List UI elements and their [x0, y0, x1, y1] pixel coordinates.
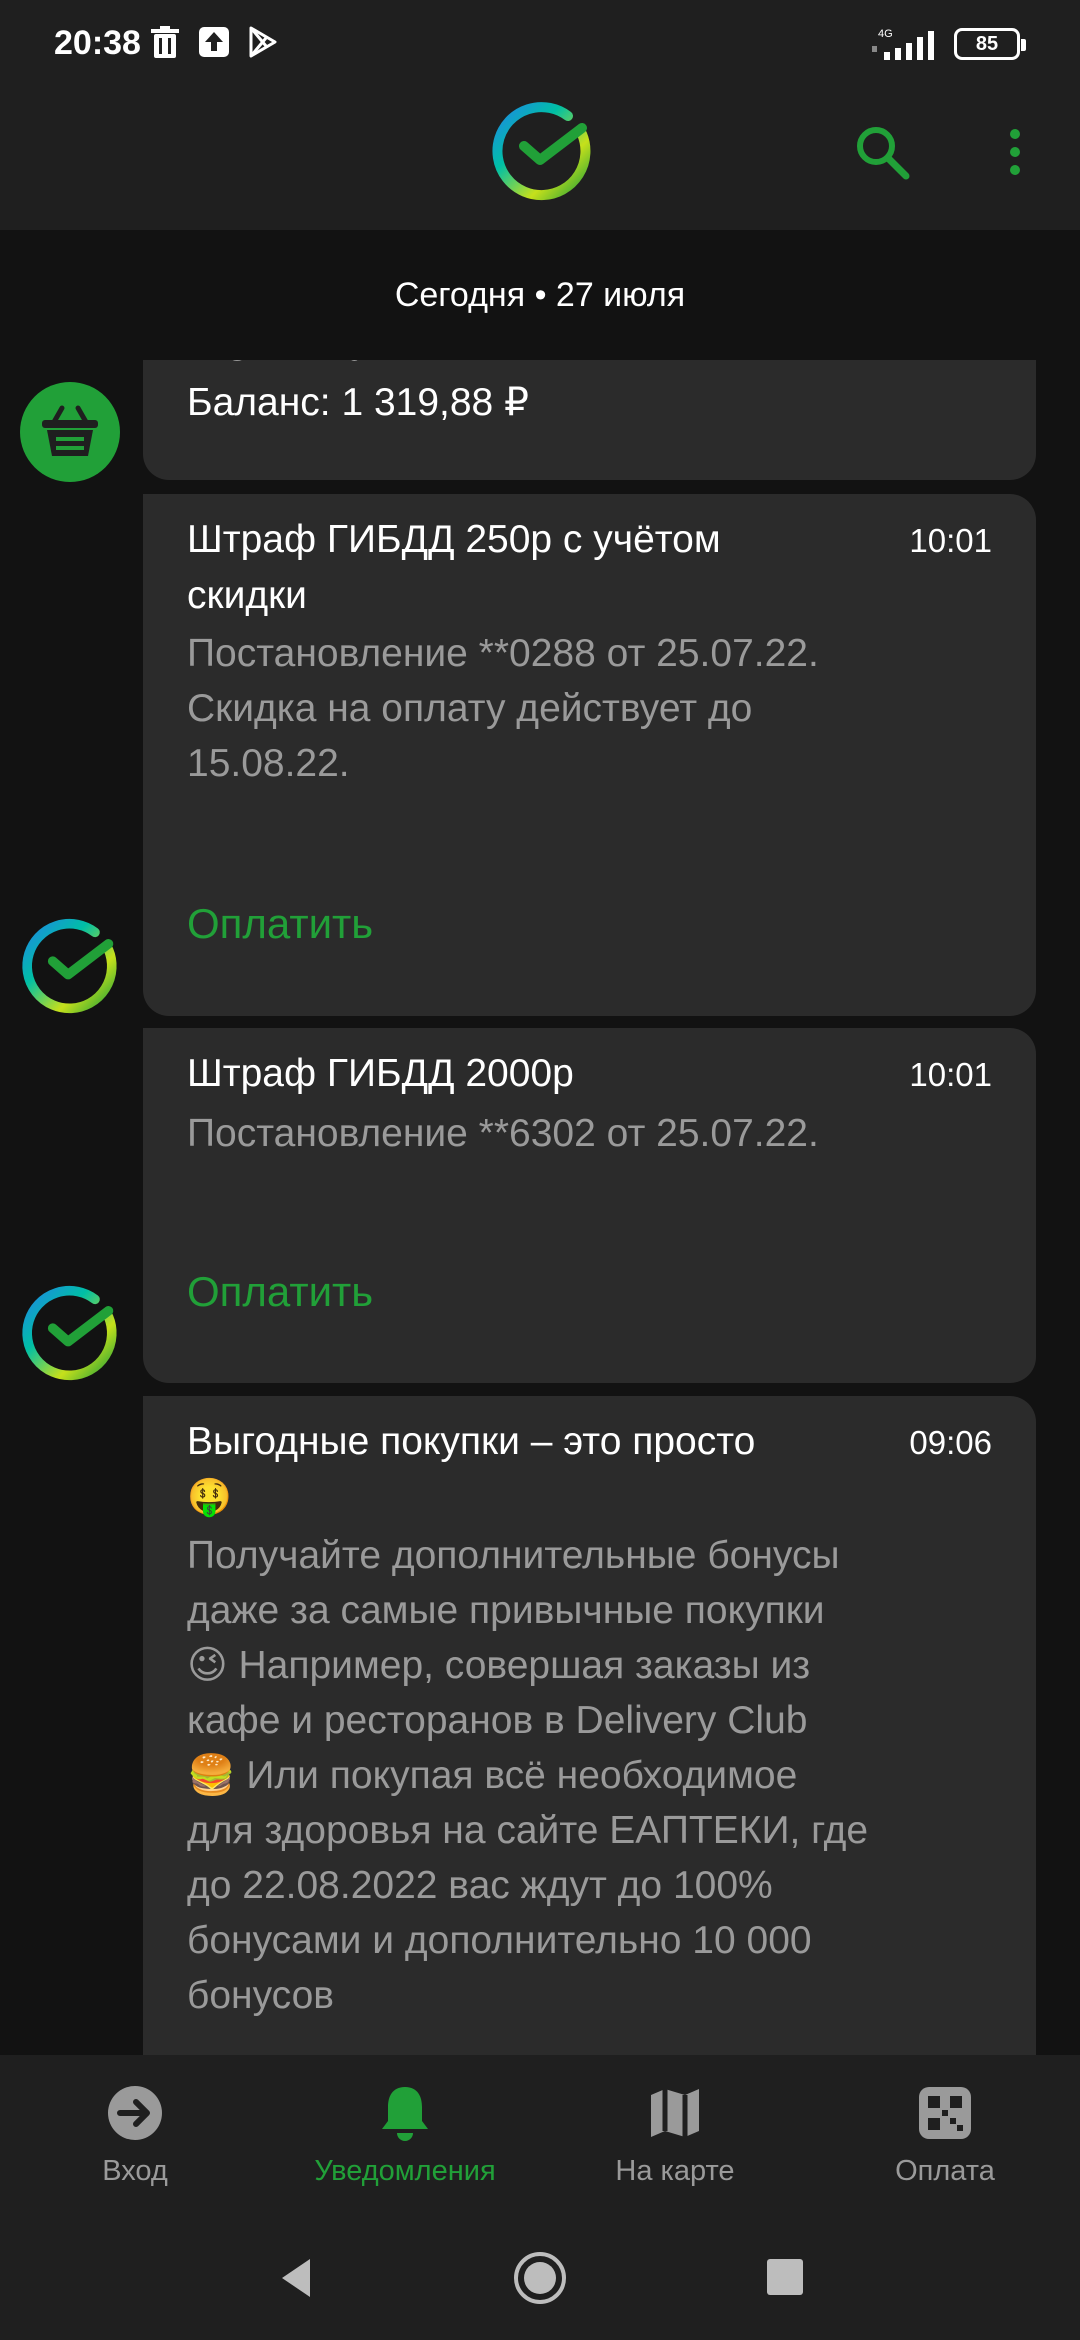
- nav-label: На карте: [615, 2155, 735, 2187]
- card-time: 09:06: [909, 1424, 992, 1461]
- card-body-line: Получайте дополнительные бонусы: [187, 1534, 840, 1577]
- nav-label: Уведомления: [314, 2155, 496, 2187]
- card-body-line: для здоровья на сайте ЕАПТЕКИ, где: [187, 1809, 869, 1852]
- card-line-account: VISA •• 7942: [187, 360, 867, 376]
- home-icon[interactable]: [512, 2250, 568, 2306]
- card-body-line: бонусов: [187, 1974, 334, 2017]
- system-navigation-bar: [0, 2215, 1080, 2340]
- card-body-line: до 22.08.2022 вас ждут до 100%: [187, 1864, 773, 1907]
- bell-icon: [375, 2083, 435, 2143]
- bottom-navigation: Вход Уведомления На карте Оплата: [0, 2055, 1080, 2215]
- card-title-line1: Штраф ГИБДД 250р с учётом: [187, 518, 721, 561]
- card-title-line1: Штраф ГИБДД 2000р: [187, 1052, 574, 1095]
- card-line-balance: Баланс: 1 319,88 ₽: [187, 381, 529, 424]
- date-header-label: Сегодня • 27 июля: [394, 275, 686, 314]
- card-body-line: 🍔 Или покупая всё необходимое: [187, 1754, 798, 1797]
- status-time: 20:38: [54, 24, 141, 62]
- more-vert-icon[interactable]: [995, 120, 1035, 184]
- back-icon[interactable]: [272, 2253, 322, 2303]
- card-body-line: Постановление **0288 от 25.07.22.: [187, 632, 819, 675]
- sber-logo: [492, 102, 591, 201]
- card-time: 10:01: [909, 1056, 992, 1093]
- trash-icon: [151, 26, 179, 58]
- notification-card-promo[interactable]: Выгодные покупки – это просто 🤑 09:06 По…: [143, 1396, 1036, 2055]
- status-bar: 20:38 4G 85: [0, 0, 1080, 90]
- upload-icon: [199, 27, 229, 57]
- nav-item-payment[interactable]: Оплата: [810, 2055, 1080, 2215]
- nav-label: Оплата: [895, 2155, 995, 2187]
- qr-code-icon: [915, 2083, 975, 2143]
- date-header: Сегодня • 27 июля: [0, 230, 1080, 360]
- status-notification-icons: [150, 26, 278, 60]
- login-arrow-icon: [105, 2083, 165, 2143]
- card-body-line: 😉 Например, совершая заказы из: [187, 1644, 811, 1687]
- notification-card-fine-250[interactable]: Штраф ГИБДД 250р с учётом скидки 10:01 П…: [143, 494, 1036, 1016]
- pay-button[interactable]: Оплатить: [187, 900, 373, 948]
- pay-button[interactable]: Оплатить: [187, 1268, 373, 1316]
- map-icon: [645, 2083, 705, 2143]
- card-body-line: Постановление **6302 от 25.07.22.: [187, 1112, 819, 1155]
- card-body-line: бонусами и дополнительно 10 000: [187, 1919, 812, 1962]
- recents-icon[interactable]: [763, 2255, 807, 2299]
- search-icon[interactable]: [850, 120, 914, 184]
- sber-logo: [22, 918, 117, 1014]
- play-store-icon: [249, 26, 277, 58]
- battery-level: 85: [975, 32, 999, 55]
- card-time: 10:01: [909, 522, 992, 559]
- nav-item-notifications[interactable]: Уведомления: [270, 2055, 540, 2215]
- money-face-emoji: 🤑: [187, 1477, 232, 1518]
- card-body-line: даже за самые привычные покупки: [187, 1589, 825, 1632]
- card-body-line: Скидка на оплату действует до: [187, 687, 753, 730]
- notification-card-fine-2000[interactable]: Штраф ГИБДД 2000р 10:01 Постановление **…: [143, 1028, 1036, 1383]
- card-body-line: кафе и ресторанов в Delivery Club: [187, 1699, 808, 1742]
- sber-logo: [22, 1285, 117, 1381]
- status-system-icons: 4G 85: [870, 26, 1026, 62]
- app-bar: [0, 90, 1080, 230]
- nav-item-map[interactable]: На карте: [540, 2055, 810, 2215]
- basket-icon: [20, 382, 120, 482]
- nav-label: Вход: [102, 2155, 168, 2187]
- card-title-line1: Выгодные покупки – это просто: [187, 1420, 756, 1463]
- notifications-feed[interactable]: VISA •• 7942 Баланс: 1 319,88 ₽ Штраф ГИ…: [0, 360, 1080, 2055]
- nav-item-login[interactable]: Вход: [0, 2055, 270, 2215]
- battery-icon: 85: [954, 28, 1026, 60]
- notification-card-balance[interactable]: VISA •• 7942 Баланс: 1 319,88 ₽: [143, 360, 1036, 480]
- card-title-line2: скидки: [187, 574, 307, 617]
- signal-icon: 4G: [872, 28, 934, 60]
- svg-text:4G: 4G: [878, 28, 893, 40]
- card-body-line: 15.08.22.: [187, 742, 350, 785]
